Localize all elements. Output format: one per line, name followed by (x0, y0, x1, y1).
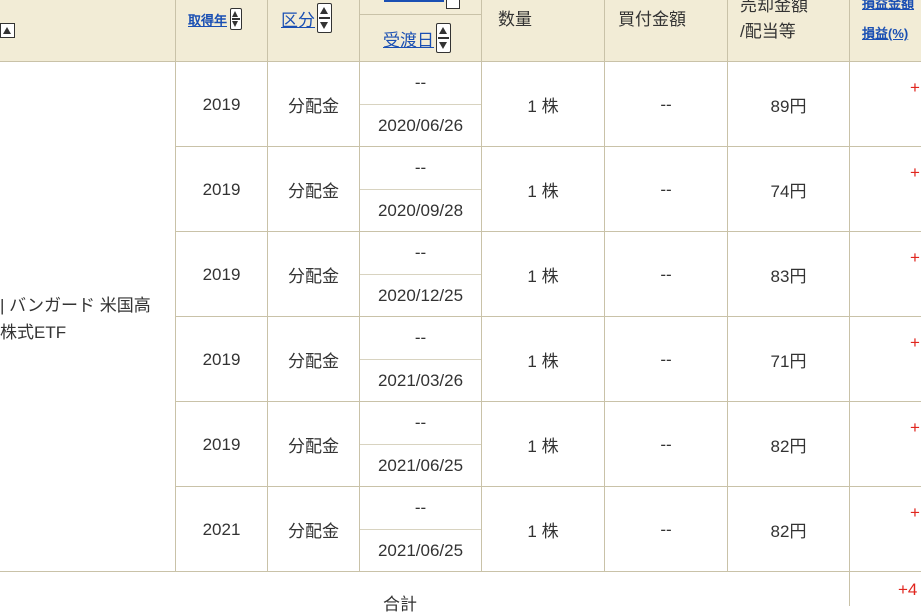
sort-toggle-icon[interactable] (230, 8, 243, 30)
sell-amount-cell: 83円 (770, 267, 807, 286)
delivery-date-cell: 2021/06/25 (377, 540, 464, 560)
top-date-cell: -- (414, 73, 427, 92)
sell-amount-cell: 71円 (770, 352, 807, 371)
security-name: | バンガード 米国高 株式ETF (0, 292, 151, 346)
buy-amount-cell: -- (660, 349, 672, 369)
category-cell: 分配金 (288, 97, 339, 116)
quantity-cell: 1 株 (527, 97, 559, 116)
top-date-cell: -- (414, 413, 427, 432)
delivery-date-cell: 2020/09/28 (377, 200, 464, 220)
buy-amount-cell: -- (660, 179, 672, 199)
buy-amount-cell: -- (660, 519, 672, 539)
quantity-cell: 1 株 (527, 182, 559, 201)
sell-amount-cell: 74円 (770, 182, 807, 201)
buy-amount-cell: -- (660, 434, 672, 454)
buy-amount-header: 買付金額 (618, 10, 686, 29)
sort-toggle-icon[interactable] (446, 0, 460, 9)
top-date-cell: -- (414, 243, 427, 262)
buy-amount-cell: -- (660, 264, 672, 284)
quantity-cell: 1 株 (527, 267, 559, 286)
pl-amount-link[interactable]: 損益金額 (862, 0, 914, 12)
sell-amount-cell: 82円 (770, 522, 807, 541)
top-date-cell: -- (414, 328, 427, 347)
buy-amount-cell: -- (660, 94, 672, 114)
delivery-date-link[interactable]: 受渡日 (383, 26, 434, 51)
acquired-year-link[interactable]: 取得年 (188, 10, 227, 29)
pl-cell: + (910, 418, 920, 437)
quantity-header: 数量 (498, 10, 532, 29)
sort-delivery-date[interactable]: 受渡日 (383, 23, 451, 53)
quantity-cell: 1 株 (527, 352, 559, 371)
pl-cell: + (910, 503, 920, 522)
sell-amount-cell: 89円 (770, 97, 807, 116)
year-cell: 2019 (202, 434, 241, 454)
quantity-cell: 1 株 (527, 437, 559, 456)
pl-pct-link[interactable]: 損益(%) (862, 23, 908, 42)
sort-category[interactable]: 区分 (281, 3, 332, 33)
pl-cell: + (910, 333, 920, 352)
pl-cell: + (910, 78, 920, 97)
category-cell: 分配金 (288, 267, 339, 286)
year-cell: 2019 (202, 349, 241, 369)
pl-cell: + (910, 163, 920, 182)
delivery-date-cell: 2021/06/25 (377, 455, 464, 475)
sell-amount-cell: 82円 (770, 437, 807, 456)
sort-acquired-year[interactable]: 取得年 (188, 4, 243, 34)
sell-amount-header: 売却金額 (740, 0, 808, 15)
security-name-line1: | バンガード 米国高 (0, 296, 151, 315)
delivery-date-cell: 2021/03/26 (377, 370, 464, 390)
pl-cell: + (910, 248, 920, 267)
category-cell: 分配金 (288, 437, 339, 456)
quantity-cell: 1 株 (527, 522, 559, 541)
top-date-cell: -- (414, 498, 427, 517)
year-cell: 2019 (202, 264, 241, 284)
total-label: 合計 (383, 595, 417, 614)
category-cell: 分配金 (288, 182, 339, 201)
collapse-icon[interactable] (0, 23, 15, 43)
category-link[interactable]: 区分 (281, 6, 315, 31)
year-cell: 2019 (202, 179, 241, 199)
sell-amount-header-sub: /配当等 (740, 22, 796, 41)
delivery-date-cell: 2020/12/25 (377, 285, 464, 305)
date-header-top-link[interactable] (384, 0, 444, 2)
category-cell: 分配金 (288, 352, 339, 371)
security-name-line2: 株式ETF (0, 323, 67, 342)
delivery-date-cell: 2020/06/26 (377, 115, 464, 135)
total-pl-value: +4 (898, 580, 918, 599)
year-cell: 2019 (202, 94, 241, 114)
sort-toggle-icon[interactable] (436, 23, 451, 53)
year-cell: 2021 (202, 519, 241, 539)
sort-toggle-icon[interactable] (317, 3, 332, 33)
category-cell: 分配金 (288, 522, 339, 541)
top-date-cell: -- (414, 158, 427, 177)
